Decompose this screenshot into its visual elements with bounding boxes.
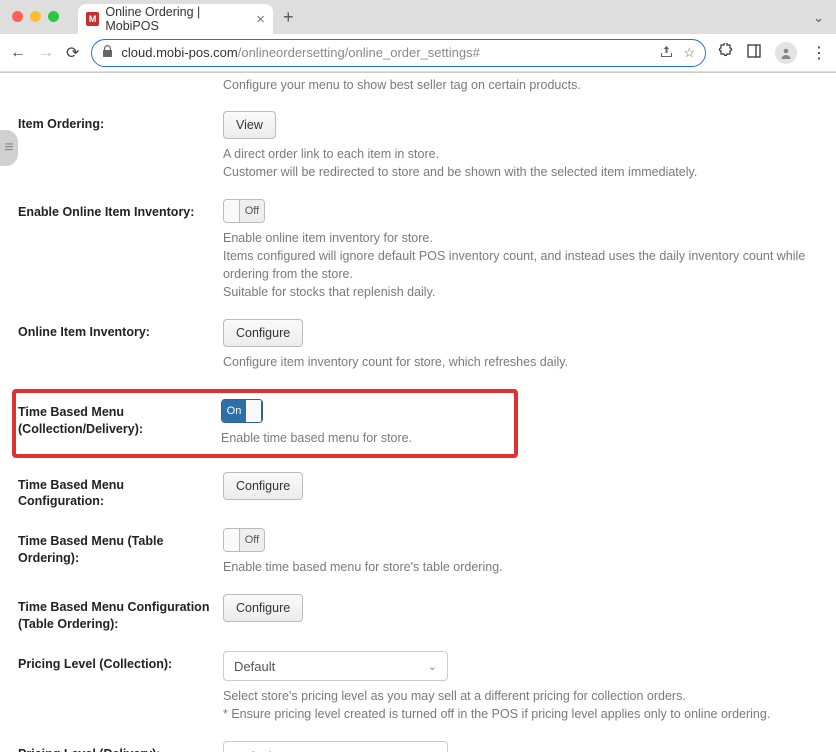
side-drawer-handle[interactable]: ≡ bbox=[0, 130, 18, 166]
url-text: cloud.mobi-pos.com/onlineordersetting/on… bbox=[121, 45, 479, 60]
label-time-menu-table: Time Based Menu (Table Ordering): bbox=[18, 528, 223, 567]
toggle-time-menu-table[interactable]: Off bbox=[223, 528, 265, 552]
address-bar: ← → ⟳ cloud.mobi-pos.com/onlineordersett… bbox=[0, 34, 836, 72]
desc-time-menu-cd: Enable time based menu for store. bbox=[221, 429, 514, 447]
profile-avatar[interactable] bbox=[775, 42, 797, 64]
forward-button[interactable]: → bbox=[38, 44, 54, 62]
row-pricing-collection: Pricing Level (Collection): Default ⌄ Se… bbox=[18, 651, 818, 723]
desc-enable-inventory: Enable online item inventory for store. … bbox=[223, 229, 818, 302]
row-time-menu-table: Time Based Menu (Table Ordering): Off En… bbox=[18, 528, 818, 576]
window-controls bbox=[12, 11, 59, 22]
lock-icon bbox=[102, 45, 113, 60]
top-description: Configure your menu to show best seller … bbox=[18, 77, 818, 95]
label-pricing-collection: Pricing Level (Collection): bbox=[18, 651, 223, 673]
label-time-menu-cd: Time Based Menu (Collection/Delivery): bbox=[16, 399, 221, 438]
minimize-window-button[interactable] bbox=[30, 11, 41, 22]
share-icon[interactable] bbox=[660, 45, 673, 61]
row-item-ordering: Item Ordering: View A direct order link … bbox=[18, 111, 818, 181]
tab-title: Online Ordering | MobiPOS bbox=[105, 5, 250, 33]
browser-chrome: M Online Ordering | MobiPOS × + ⌄ ← → ⟳ … bbox=[0, 0, 836, 73]
mobipos-favicon-icon: M bbox=[86, 12, 99, 26]
configure-time-menu-table-button[interactable]: Configure bbox=[223, 594, 303, 622]
settings-content: Configure your menu to show best seller … bbox=[0, 73, 836, 752]
toggle-time-menu-cd[interactable]: On bbox=[221, 399, 263, 423]
desc-time-menu-table: Enable time based menu for store's table… bbox=[223, 558, 818, 576]
close-tab-icon[interactable]: × bbox=[256, 11, 265, 28]
toggle-enable-inventory[interactable]: Off bbox=[223, 199, 265, 223]
desc-pricing-collection: Select store's pricing level as you may … bbox=[223, 687, 818, 723]
bookmark-star-icon[interactable]: ☆ bbox=[683, 45, 695, 61]
configure-inventory-button[interactable]: Configure bbox=[223, 319, 303, 347]
label-item-ordering: Item Ordering: bbox=[18, 111, 223, 133]
new-tab-button[interactable]: + bbox=[283, 7, 294, 28]
view-button[interactable]: View bbox=[223, 111, 276, 139]
kebab-menu-icon[interactable]: ⋮ bbox=[811, 43, 826, 63]
panel-icon[interactable] bbox=[747, 44, 761, 62]
row-enable-inventory: Enable Online Item Inventory: Off Enable… bbox=[18, 199, 818, 302]
desc-online-inventory: Configure item inventory count for store… bbox=[223, 353, 818, 371]
back-button[interactable]: ← bbox=[10, 44, 26, 62]
chevron-down-icon: ⌄ bbox=[428, 660, 437, 673]
label-online-inventory: Online Item Inventory: bbox=[18, 319, 223, 341]
tab-bar: M Online Ordering | MobiPOS × + ⌄ bbox=[0, 0, 836, 34]
label-enable-inventory: Enable Online Item Inventory: bbox=[18, 199, 223, 221]
close-window-button[interactable] bbox=[12, 11, 23, 22]
toolbar-right: ⋮ bbox=[718, 42, 826, 64]
url-field[interactable]: cloud.mobi-pos.com/onlineordersetting/on… bbox=[91, 39, 706, 67]
row-time-menu-config: Time Based Menu Configuration: Configure bbox=[18, 472, 818, 511]
maximize-window-button[interactable] bbox=[48, 11, 59, 22]
row-time-menu-table-config: Time Based Menu Configuration (Table Ord… bbox=[18, 594, 818, 633]
row-pricing-delivery: Pricing Level (Delivery): Default ⌄ Sele… bbox=[18, 741, 818, 752]
tab-overflow-icon[interactable]: ⌄ bbox=[813, 10, 828, 26]
label-time-menu-table-config: Time Based Menu Configuration (Table Ord… bbox=[18, 594, 223, 633]
configure-time-menu-button[interactable]: Configure bbox=[223, 472, 303, 500]
label-pricing-delivery: Pricing Level (Delivery): bbox=[18, 741, 223, 752]
browser-tab[interactable]: M Online Ordering | MobiPOS × bbox=[78, 4, 273, 34]
reload-button[interactable]: ⟳ bbox=[66, 43, 79, 63]
row-time-menu-collection-delivery: Time Based Menu (Collection/Delivery): O… bbox=[12, 389, 518, 457]
row-online-inventory: Online Item Inventory: Configure Configu… bbox=[18, 319, 818, 371]
extensions-icon[interactable] bbox=[718, 43, 733, 62]
select-pricing-collection[interactable]: Default ⌄ bbox=[223, 651, 448, 681]
select-pricing-delivery[interactable]: Default ⌄ bbox=[223, 741, 448, 752]
label-time-menu-config: Time Based Menu Configuration: bbox=[18, 472, 223, 511]
desc-item-ordering: A direct order link to each item in stor… bbox=[223, 145, 818, 181]
